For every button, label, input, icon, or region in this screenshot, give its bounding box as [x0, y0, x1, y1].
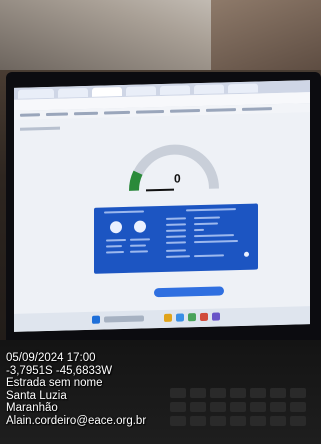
gauge-value: 0 [174, 171, 181, 186]
edge-icon [176, 313, 184, 322]
wall-background [211, 0, 321, 70]
photo: 0 05/09/2024 17:00 -3,7951S -45,6833W Es… [0, 0, 321, 444]
app-icon [188, 313, 196, 322]
panel-dot-icon [244, 251, 249, 257]
results-panel [94, 203, 258, 274]
stamp-datetime: 05/09/2024 17:00 [6, 352, 96, 364]
start-test-button [154, 286, 224, 298]
stamp-email: Alain.cordeiro@eace.org.br [6, 414, 147, 427]
app2-icon [212, 312, 220, 321]
speed-gauge [129, 144, 219, 192]
stamp-coordinates: -3,7951S -45,6833W [6, 364, 113, 377]
start-icon [92, 315, 100, 324]
download-icon [110, 221, 122, 234]
stamp-state: Maranhão [6, 402, 58, 415]
upload-icon [134, 220, 146, 233]
laptop-screen: 0 [14, 80, 310, 332]
folder-icon [164, 313, 172, 322]
geo-stamp-overlay: 05/09/2024 17:00 -3,7951S -45,6833W Estr… [6, 352, 146, 428]
chrome-icon [200, 312, 208, 322]
stamp-city: Santa Luzia [6, 389, 67, 402]
page-title [20, 126, 60, 131]
stamp-road: Estrada sem nome [6, 377, 103, 390]
search-box [104, 315, 144, 323]
